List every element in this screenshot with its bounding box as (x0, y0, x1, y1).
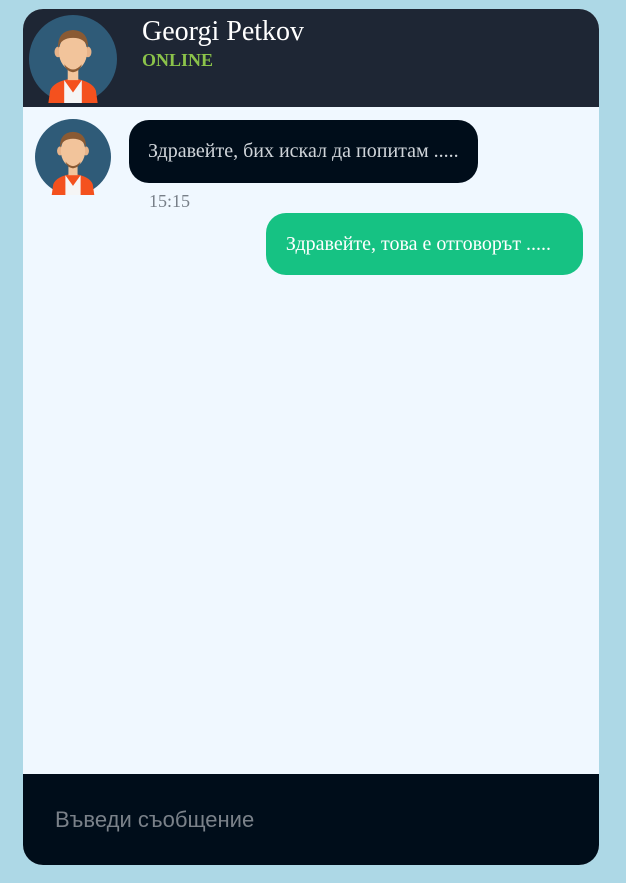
contact-status: ONLINE (142, 50, 214, 70)
message-composer (23, 774, 599, 865)
chat-window: Georgi Petkov ONLINE Здравейте, бих иска… (23, 9, 599, 865)
contact-name: Georgi Petkov (142, 16, 305, 47)
message-list[interactable]: Здравейте, бих искал да попитам ..... 15… (23, 107, 599, 774)
chat-header: Georgi Petkov ONLINE (23, 9, 599, 107)
outgoing-message-bubble: Здравейте, това е отговорът ..... (265, 213, 583, 275)
message-input[interactable] (41, 796, 571, 844)
message-timestamp: 15:15 (149, 191, 191, 211)
contact-avatar-icon[interactable] (29, 15, 117, 103)
message-avatar-icon (35, 119, 111, 195)
incoming-message-bubble: Здравейте, бих искал да попитам ..... (129, 120, 478, 183)
